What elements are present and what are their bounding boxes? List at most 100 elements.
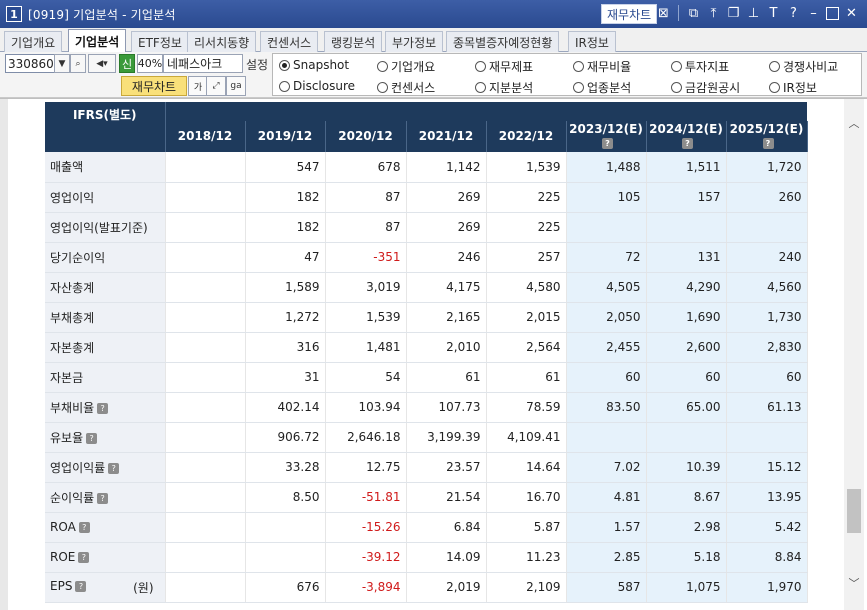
- sound-toggle-button[interactable]: ◀▾: [88, 54, 116, 73]
- table-cell: 225: [486, 182, 567, 213]
- table-cell: [646, 212, 727, 243]
- tab-additional-info[interactable]: 부가정보: [385, 31, 444, 52]
- table-row: 영업이익 182 87 269 225 105 157 260: [45, 182, 808, 213]
- help-icon[interactable]: ?: [78, 552, 90, 563]
- radio-ir-info[interactable]: IR정보: [769, 79, 817, 96]
- radio-dot: [573, 61, 584, 72]
- table-cell: 4,109.41: [486, 422, 567, 453]
- tab-company-analysis[interactable]: 기업분석: [68, 29, 127, 53]
- row-label: ROA: [50, 520, 76, 534]
- tab-etf-info[interactable]: ETF정보: [131, 31, 189, 52]
- table-row: 영업이익률? 33.28 12.75 23.57 14.64 7.02 10.39 15.12: [45, 452, 808, 483]
- help-icon[interactable]: ?: [108, 462, 120, 474]
- maximize-icon[interactable]: [826, 7, 839, 20]
- radio-financial-ratios[interactable]: 재무비율: [573, 58, 631, 75]
- radio-dot: [671, 61, 682, 72]
- help-icon[interactable]: ?: [97, 402, 109, 414]
- text-format-button[interactable]: ga: [226, 76, 246, 96]
- table-cell: 4,505: [566, 272, 647, 303]
- help-icon[interactable]: ?: [602, 138, 613, 150]
- table-cell: [165, 182, 246, 213]
- tab-ir-info[interactable]: IR정보: [568, 31, 616, 52]
- title-bar: 1 [0919] 기업분석 - 기업분석 재무차트 ⊠ ⧉ ⤒ ❐ ⊥ T ? …: [0, 0, 867, 28]
- new-badge: 신: [119, 54, 135, 73]
- minimize-icon[interactable]: –: [806, 5, 821, 22]
- row-label: 매출액: [50, 160, 84, 175]
- help-icon[interactable]: ?: [86, 432, 98, 444]
- table-cell: 678: [325, 152, 407, 183]
- row-label: 자본총계: [50, 340, 95, 355]
- financial-chart-button[interactable]: 재무차트: [121, 76, 187, 96]
- table-header-spacer: [165, 102, 807, 121]
- window-number-badge[interactable]: 1: [6, 6, 22, 22]
- chart-icon[interactable]: ⊠: [656, 5, 671, 22]
- table-cell: 1,539: [325, 302, 407, 333]
- financial-chart-header-button[interactable]: 재무차트: [601, 4, 658, 24]
- tab-ranking-analysis[interactable]: 랭킹분석: [324, 31, 383, 52]
- radio-ownership-analysis[interactable]: 지분분석: [475, 79, 533, 96]
- table-cell: [165, 152, 246, 183]
- help-icon[interactable]: ?: [682, 138, 693, 150]
- table-cell: 60: [726, 362, 808, 393]
- table-cell: 65.00: [646, 392, 727, 423]
- table-cell: 2,830: [726, 332, 808, 363]
- code-dropdown-button[interactable]: ▼: [54, 54, 70, 73]
- stock-name-field[interactable]: 네패스아크: [163, 54, 243, 73]
- table-cell: 246: [406, 242, 487, 273]
- copy-window-icon[interactable]: ❐: [726, 5, 741, 22]
- radio-consensus[interactable]: 컨센서스: [377, 79, 435, 96]
- table-cell: [245, 512, 326, 543]
- help-icon[interactable]: ?: [97, 492, 109, 504]
- radio-dot: [475, 82, 486, 93]
- tab-capital-increase-schedule[interactable]: 종목별증자예정현황: [446, 31, 560, 52]
- pin-icon[interactable]: ⊥: [746, 5, 761, 22]
- table-cell: 60: [566, 362, 647, 393]
- tab-research-trends[interactable]: 리서치동향: [187, 31, 257, 52]
- table-row: ROE? -39.12 14.09 11.23 2.85 5.18 8.84: [45, 542, 808, 573]
- expand-button[interactable]: ⤢: [206, 76, 226, 96]
- table-cell: 47: [245, 242, 326, 273]
- radio-investment-indicators[interactable]: 투자지표: [671, 58, 729, 75]
- help-icon[interactable]: ?: [78, 522, 90, 533]
- scroll-up-button[interactable]: ︿: [844, 113, 864, 133]
- row-label-cell: 영업이익(발표기준): [45, 212, 166, 243]
- row-label-cell: 자본금: [45, 362, 166, 393]
- row-label: 당기순이익: [50, 250, 106, 265]
- radio-industry-analysis[interactable]: 업종분석: [573, 79, 631, 96]
- table-cell: 1,720: [726, 152, 808, 183]
- radio-disclosure[interactable]: Disclosure: [279, 79, 355, 93]
- table-cell: 87: [325, 182, 407, 213]
- stock-code-input[interactable]: 330860: [5, 54, 55, 73]
- scroll-down-button[interactable]: ﹀: [844, 573, 864, 593]
- help-icon[interactable]: ?: [786, 5, 801, 22]
- table-cell: 5.42: [726, 512, 808, 543]
- radio-snapshot[interactable]: Snapshot: [279, 58, 349, 72]
- vertical-scrollbar[interactable]: ︿ ﹀: [844, 99, 864, 610]
- close-icon[interactable]: ✕: [844, 5, 859, 22]
- radio-financial-statements[interactable]: 재무제표: [475, 58, 533, 75]
- search-icon: ⌕: [75, 58, 81, 69]
- font-size-icon[interactable]: T: [766, 5, 781, 22]
- help-icon[interactable]: ?: [762, 138, 774, 150]
- table-cell: 269: [406, 212, 487, 243]
- report-type-radio-group: Snapshot 기업개요 재무제표 재무비율 투자지표 경쟁사비교 Discl…: [272, 53, 862, 96]
- tab-company-overview[interactable]: 기업개요: [4, 31, 63, 52]
- upload-icon[interactable]: ⤒: [706, 5, 721, 22]
- settings-link[interactable]: 설정: [246, 56, 268, 73]
- table-cell: 2,010: [406, 332, 487, 363]
- radio-dot: [573, 82, 584, 93]
- radio-fss-disclosure[interactable]: 금감원공시: [671, 79, 740, 96]
- table-cell: 54: [325, 362, 407, 393]
- table-cell: 61: [406, 362, 487, 393]
- table-cell: 1,970: [726, 572, 808, 603]
- font-size-button[interactable]: 가: [188, 76, 208, 96]
- table-row: ROA? -15.26 6.84 5.87 1.57 2.98 5.42: [45, 512, 808, 543]
- tab-consensus[interactable]: 컨센서스: [260, 31, 319, 52]
- scrollbar-thumb[interactable]: [847, 489, 861, 533]
- radio-company-overview[interactable]: 기업개요: [377, 58, 435, 75]
- link-window-icon[interactable]: ⧉: [686, 5, 701, 22]
- search-button[interactable]: ⌕: [70, 54, 86, 73]
- help-icon[interactable]: ?: [75, 580, 87, 592]
- radio-competitor-comparison[interactable]: 경쟁사비교: [769, 58, 838, 75]
- radio-label: 기업개요: [391, 60, 436, 74]
